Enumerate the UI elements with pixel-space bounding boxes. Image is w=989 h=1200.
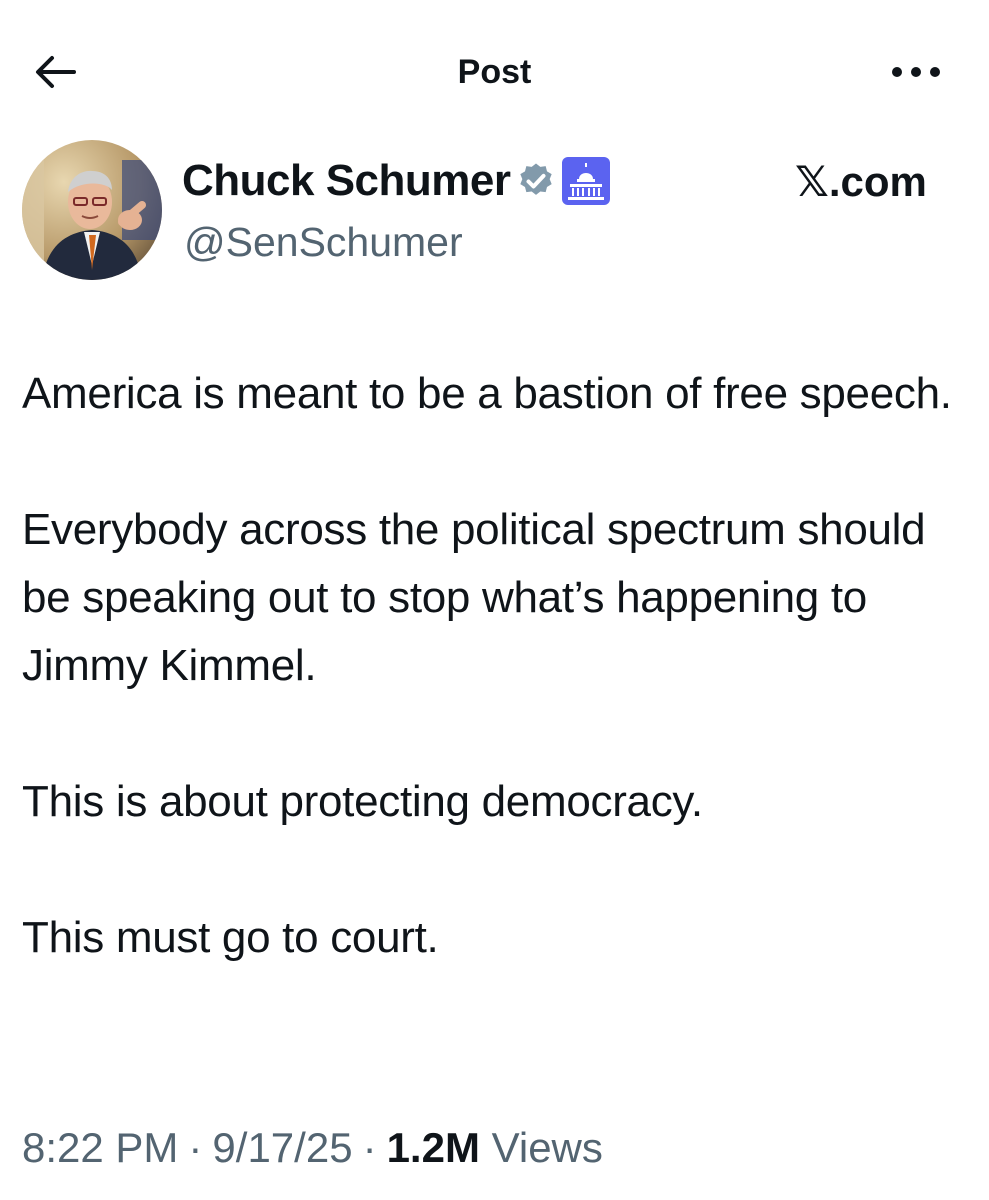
avatar[interactable]	[22, 140, 162, 280]
post-paragraph: This must go to court.	[22, 913, 439, 962]
post-time[interactable]: 8:22 PM	[22, 1124, 178, 1171]
views-count[interactable]: 1.2M	[387, 1124, 480, 1171]
post-paragraph: This is about protecting democracy.	[22, 777, 703, 826]
post-metadata: 8:22 PM · 9/17/25 · 1.2M Views	[22, 1120, 603, 1176]
separator: ·	[362, 1124, 377, 1171]
display-name-text: Chuck Schumer	[182, 156, 511, 205]
top-bar: Post	[0, 0, 989, 140]
capitol-building-icon	[562, 157, 611, 205]
post-text: America is meant to be a bastion of free…	[22, 360, 972, 1040]
verified-badge-icon	[516, 161, 556, 201]
post-paragraph: America is meant to be a bastion of free…	[22, 369, 952, 418]
more-options-button[interactable]	[884, 50, 948, 94]
separator: ·	[188, 1124, 203, 1171]
views-label: Views	[491, 1124, 603, 1171]
post-date[interactable]: 9/17/25	[212, 1124, 352, 1171]
post-paragraph: Everybody across the political spectrum …	[22, 505, 926, 690]
author-handle[interactable]: @SenSchumer	[184, 217, 463, 267]
ellipsis-icon	[892, 67, 940, 77]
avatar-image	[22, 140, 162, 280]
author-name[interactable]: Chuck Schumer	[182, 153, 611, 209]
author-header: Chuck Schumer @SenSchumer 𝕏.com	[0, 135, 989, 295]
page-title: Post	[457, 53, 532, 91]
source-watermark: 𝕏.com	[795, 158, 927, 205]
